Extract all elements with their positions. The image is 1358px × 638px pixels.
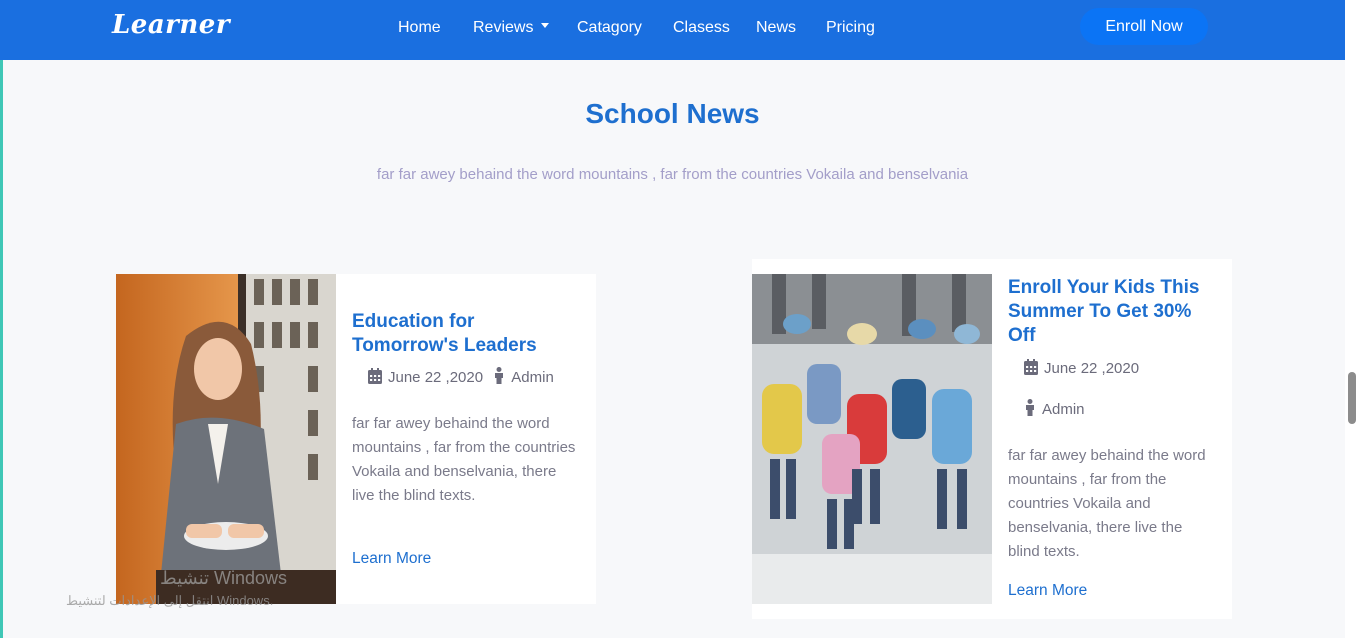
nav-item-pricing[interactable]: Pricing [826, 19, 875, 37]
navbar: Learner Home Reviews Catagory Clasess Ne… [0, 0, 1345, 60]
news-card: Education for Tomorrow's Leaders June 22… [116, 274, 596, 604]
nav-item-news[interactable]: News [756, 19, 796, 37]
brand-logo[interactable]: Learner [112, 10, 230, 40]
nav-item-reviews[interactable]: Reviews [473, 19, 550, 37]
news-author: Admin [1042, 401, 1085, 418]
windows-activation-watermark-text: انتقل إلى الإعدادات لتنشيط Windows. [66, 593, 274, 608]
learn-more-link[interactable]: Learn More [352, 550, 431, 568]
news-author: Admin [511, 369, 554, 386]
person-icon [1026, 399, 1034, 416]
news-card-title[interactable]: Education for Tomorrow's Leaders [352, 310, 582, 358]
news-card-text: far far awey behaind the word mountains … [352, 415, 576, 504]
nav-item-catagory[interactable]: Catagory [577, 19, 642, 37]
news-date: June 22 ,2020 [1044, 360, 1140, 377]
news-image-woman [116, 274, 336, 604]
scrollbar-thumb[interactable] [1348, 372, 1356, 424]
news-author-row: Admin [1024, 399, 1085, 418]
section-subtitle: far far awey behaind the word mountains … [376, 166, 969, 183]
learn-more-link[interactable]: Learn More [1008, 582, 1087, 600]
calendar-icon [368, 368, 382, 384]
news-image-kids [752, 274, 992, 604]
news-date-row: June 22 ,2020 [1024, 359, 1139, 377]
page-left-edge [0, 0, 3, 638]
nav-item-reviews-label: Reviews [473, 19, 534, 36]
nav-item-clasess[interactable]: Clasess [673, 19, 730, 37]
news-image-woman-svg [116, 274, 336, 604]
nav-item-home[interactable]: Home [398, 19, 441, 37]
news-card: Enroll Your Kids This Summer To Get 30% … [752, 259, 1232, 619]
news-card-title[interactable]: Enroll Your Kids This Summer To Get 30% … [1008, 276, 1208, 348]
news-image-kids-svg [752, 274, 992, 604]
section-title: School News [585, 98, 760, 129]
person-icon [495, 367, 504, 384]
chevron-down-icon [541, 23, 550, 29]
enroll-now-button[interactable]: Enroll Now [1080, 8, 1208, 45]
news-date: June 22 ,2020 [388, 369, 484, 386]
news-meta: June 22 ,2020 Admin [368, 367, 554, 386]
calendar-icon [1024, 359, 1038, 375]
news-card-text: far far awey behaind the word mountains … [1008, 447, 1206, 560]
windows-activation-watermark-title: تنشيط Windows [160, 568, 288, 588]
scrollbar[interactable] [1345, 0, 1358, 638]
